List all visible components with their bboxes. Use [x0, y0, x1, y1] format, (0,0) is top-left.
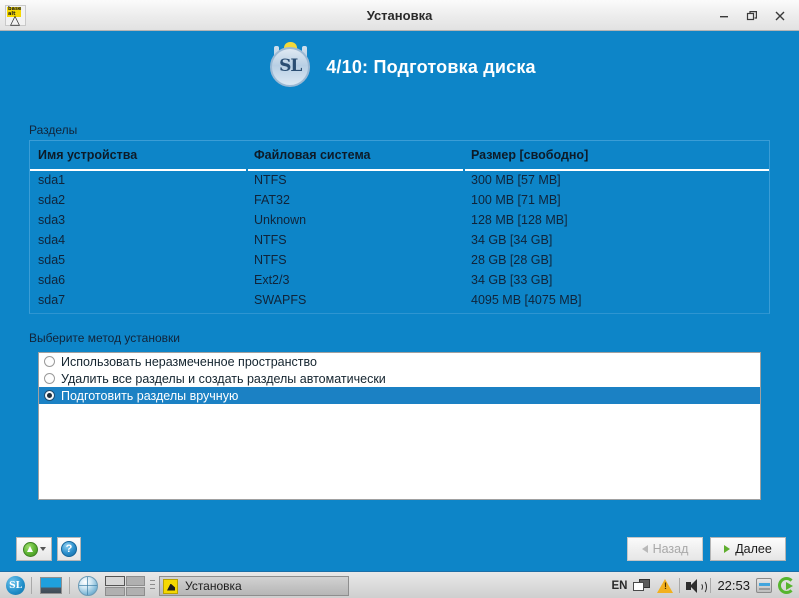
chevron-right-icon [724, 545, 731, 553]
installer-window: base alt △ Установка SL 4/10: Подготовка… [0, 0, 799, 598]
taskbar-grip[interactable] [150, 580, 155, 591]
cell-size: 300 MB [57 MB] [471, 173, 561, 187]
table-row[interactable]: sda6 Ext2/3 34 GB [33 GB] [30, 271, 769, 291]
clock[interactable]: 22:53 [717, 578, 750, 593]
step-header: SL 4/10: Подготовка диска [0, 31, 799, 103]
page-title: 4/10: Подготовка диска [326, 56, 536, 77]
radio-option[interactable]: Подготовить разделы вручную [39, 387, 760, 404]
window-titlebar: base alt △ Установка [0, 0, 799, 31]
window-title: Установка [366, 8, 433, 23]
expert-mode-button[interactable] [16, 537, 52, 561]
start-menu-button[interactable]: SL [6, 576, 25, 595]
table-row[interactable]: sda4 NTFS 34 GB [34 GB] [30, 231, 769, 251]
task-button-installer[interactable]: Установка [159, 576, 349, 596]
workspace-pager[interactable] [105, 576, 145, 596]
cell-size: 28 GB [28 GB] [471, 253, 553, 267]
radio-button-icon[interactable] [44, 390, 55, 401]
radio-option-label: Подготовить разделы вручную [61, 388, 239, 403]
radio-option-label: Удалить все разделы и создать разделы ав… [61, 371, 386, 386]
workspace-1[interactable] [105, 576, 125, 586]
cell-size: 34 GB [33 GB] [471, 273, 553, 287]
chevron-down-icon [39, 547, 46, 551]
next-button[interactable]: Далее [710, 537, 786, 561]
cell-filesystem: NTFS [254, 253, 287, 267]
cell-device: sda1 [38, 173, 66, 187]
workspace-3[interactable] [105, 586, 125, 596]
radio-option[interactable]: Удалить все разделы и создать разделы ав… [39, 370, 760, 387]
next-button-label: Далее [735, 542, 772, 556]
table-row[interactable]: sda3 Unknown 128 MB [128 MB] [30, 211, 769, 231]
table-row[interactable]: sda1 NTFS 300 MB [57 MB] [30, 171, 769, 191]
sl-logo-text: SL [279, 56, 302, 76]
table-row[interactable]: sda5 NTFS 28 GB [28 GB] [30, 251, 769, 271]
partitions-table[interactable]: Имя устройства Файловая система Размер [… [29, 140, 770, 314]
table-row[interactable]: sda7 SWAPFS 4095 MB [4075 MB] [30, 291, 769, 311]
radio-option-label: Использовать неразмеченное пространство [61, 354, 317, 369]
cell-size: 34 GB [34 GB] [471, 233, 553, 247]
volume-icon[interactable] [686, 578, 708, 594]
help-icon: ? [61, 541, 77, 557]
column-header-device[interactable]: Имя устройства [38, 148, 137, 162]
updates-icon[interactable] [756, 578, 772, 593]
method-label: Выберите метод установки [29, 331, 180, 345]
logout-icon[interactable] [778, 577, 795, 594]
partitions-label: Разделы [29, 123, 78, 137]
back-button-label: Назад [652, 542, 689, 556]
taskbar: SL Установка EN ! 22:53 [0, 571, 799, 598]
installer-icon [163, 578, 178, 594]
close-icon[interactable] [767, 3, 793, 29]
radio-option[interactable]: Использовать неразмеченное пространство [39, 353, 760, 370]
cell-filesystem: Ext2/3 [254, 273, 290, 287]
cell-device: sda3 [38, 213, 66, 227]
cell-filesystem: NTFS [254, 173, 287, 187]
window-controls [711, 0, 793, 31]
table-header-row: Имя устройства Файловая система Размер [… [30, 141, 769, 171]
tray-divider-2 [710, 578, 712, 593]
displays-icon[interactable] [633, 578, 651, 593]
table-row[interactable]: sda2 FAT32 100 MB [71 MB] [30, 191, 769, 211]
help-button[interactable]: ? [57, 537, 81, 561]
column-header-filesystem[interactable]: Файловая система [254, 148, 371, 162]
chevron-left-icon [641, 545, 648, 553]
cell-filesystem: FAT32 [254, 193, 290, 207]
radio-button-icon[interactable] [44, 356, 55, 367]
task-button-label: Установка [185, 579, 242, 593]
column-header-size[interactable]: Размер [свободно] [471, 148, 588, 162]
minimize-icon[interactable] [711, 3, 737, 29]
taskbar-divider-1 [31, 577, 32, 594]
cell-filesystem: Unknown [254, 213, 307, 227]
workspace-4[interactable] [125, 586, 145, 596]
cell-filesystem: NTFS [254, 233, 287, 247]
cell-device: sda6 [38, 273, 66, 287]
cell-size: 4095 MB [4075 MB] [471, 293, 582, 307]
taskbar-divider-2 [69, 577, 70, 594]
cell-filesystem: SWAPFS [254, 293, 307, 307]
green-up-arrow-icon [22, 541, 38, 557]
keyboard-layout-indicator[interactable]: EN [611, 580, 627, 592]
back-button[interactable]: Назад [627, 537, 703, 561]
cell-device: sda2 [38, 193, 66, 207]
cell-device: sda4 [38, 233, 66, 247]
globe-icon[interactable] [78, 576, 98, 596]
radio-button-icon[interactable] [44, 373, 55, 384]
cell-device: sda7 [38, 293, 66, 307]
cell-size: 128 MB [128 MB] [471, 213, 568, 227]
system-tray: EN 22:53 [611, 572, 795, 598]
warning-icon[interactable] [657, 578, 674, 593]
restore-icon[interactable] [739, 3, 765, 29]
tray-divider-1 [679, 578, 681, 593]
show-desktop-icon[interactable] [40, 577, 62, 594]
install-method-list[interactable]: Использовать неразмеченное пространство У… [38, 352, 761, 500]
sl-logo: SL [263, 40, 317, 94]
cell-size: 100 MB [71 MB] [471, 193, 561, 207]
workspace-2[interactable] [125, 576, 145, 586]
cell-device: sda5 [38, 253, 66, 267]
